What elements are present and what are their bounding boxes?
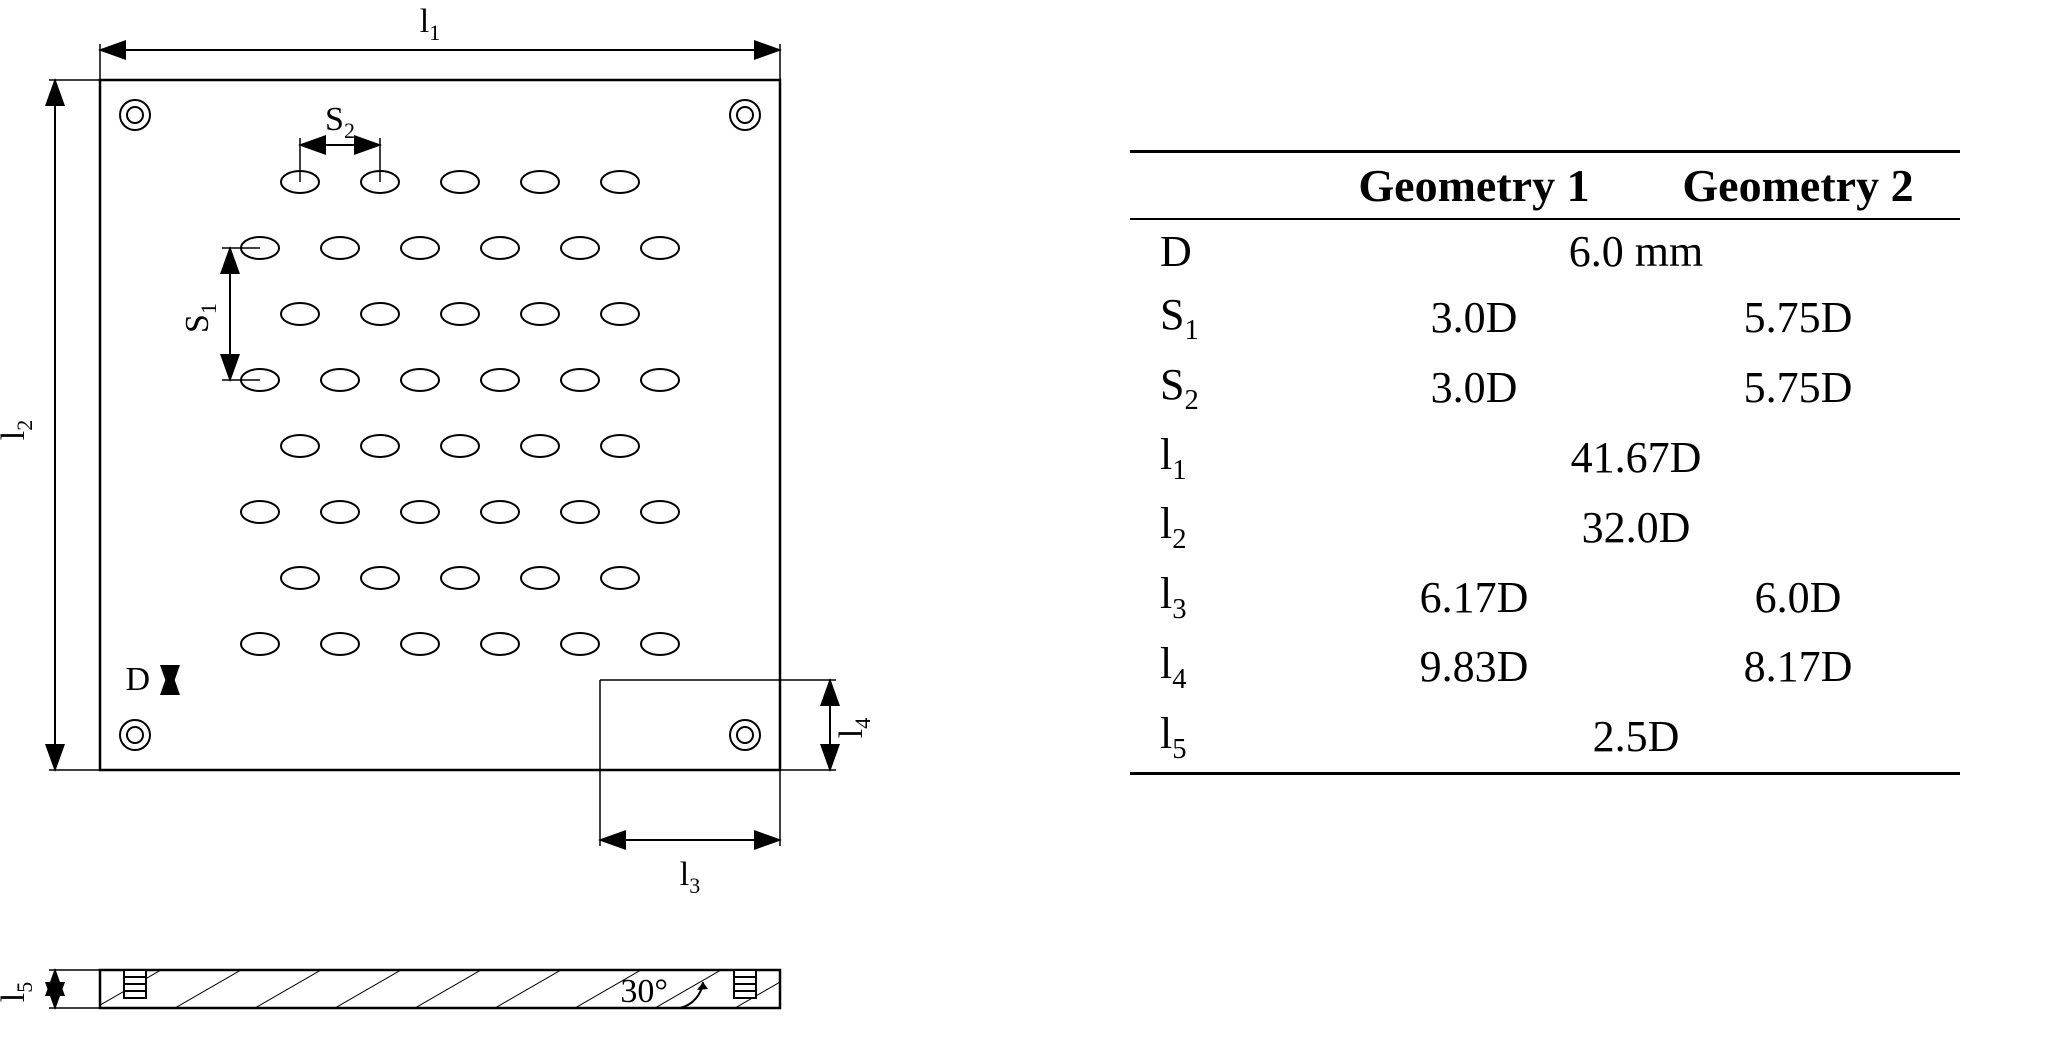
table-header-geom1: Geometry 1 [1312, 152, 1636, 220]
table-row-label: D [1130, 219, 1312, 283]
dim-l2: l2 [0, 80, 100, 770]
table-cell: 8.17D [1636, 632, 1960, 702]
table-row-label: l3 [1130, 562, 1312, 632]
svg-text:30°: 30° [620, 973, 668, 1010]
table-row-label: S2 [1130, 353, 1312, 423]
dim-l3: l3 [600, 680, 780, 898]
dim-l4: l4 [600, 680, 875, 770]
table-cell: 9.83D [1312, 632, 1636, 702]
svg-text:l3: l3 [680, 856, 700, 898]
table-cell: 5.75D [1636, 353, 1960, 423]
dim-l1: l1 [100, 3, 780, 80]
table-cell: 6.0D [1636, 562, 1960, 632]
table-row-label: l1 [1130, 423, 1312, 493]
dim-d: D [125, 661, 170, 698]
table-row-label: l5 [1130, 702, 1312, 773]
dim-s1: S1 [179, 248, 260, 380]
dim-l5: l5 [0, 970, 100, 1008]
table-cell: 3.0D [1312, 353, 1636, 423]
table-cell: 6.17D [1312, 562, 1636, 632]
svg-text:l1: l1 [420, 3, 440, 45]
dim-s2: S2 [300, 101, 380, 182]
side-view: 30° [100, 970, 780, 1010]
svg-text:S2: S2 [325, 101, 355, 143]
table-cell: 32.0D [1312, 492, 1960, 562]
svg-text:l5: l5 [0, 982, 37, 1002]
hole-array [241, 171, 679, 655]
table-row-label: S1 [1130, 283, 1312, 353]
svg-text:l2: l2 [0, 420, 37, 440]
table-header-geom2: Geometry 2 [1636, 152, 1960, 220]
corner-screws [120, 100, 760, 750]
table-cell: 5.75D [1636, 283, 1960, 353]
technical-drawing: l1 l2 S2 [0, 0, 1000, 1045]
table-row-label: l2 [1130, 492, 1312, 562]
table-cell: 3.0D [1312, 283, 1636, 353]
table-row-label: l4 [1130, 632, 1312, 702]
svg-text:l4: l4 [833, 718, 875, 738]
table-cell: 41.67D [1312, 423, 1960, 493]
plate-outline [100, 80, 780, 770]
geometry-parameter-table: Geometry 1 Geometry 2 D6.0 mmS13.0D5.75D… [1130, 150, 1960, 775]
svg-text:S1: S1 [179, 303, 221, 333]
table-cell: 6.0 mm [1312, 219, 1960, 283]
table-cell: 2.5D [1312, 702, 1960, 773]
svg-text:D: D [125, 661, 150, 698]
